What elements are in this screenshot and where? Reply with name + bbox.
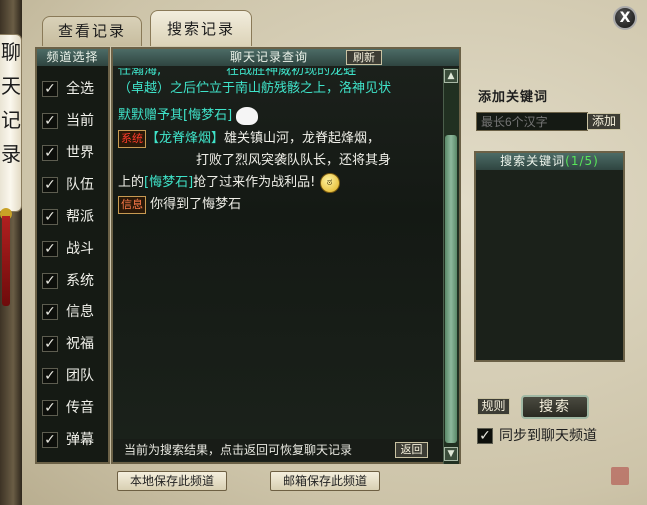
channel-item-whisper[interactable]: ✓ 传音 — [40, 393, 108, 423]
chat-log-title: 聊天记录查询 — [230, 50, 309, 64]
checkbox[interactable]: ✓ — [42, 336, 58, 352]
checkbox[interactable]: ✓ — [42, 368, 58, 384]
search-button[interactable]: 搜索 — [521, 395, 589, 419]
channel-label: 系统 — [66, 273, 94, 289]
checkbox[interactable]: ✓ — [42, 177, 58, 193]
refresh-button[interactable]: 刷新 — [346, 50, 382, 65]
channel-item-danmaku[interactable]: ✓ 弹幕 — [40, 425, 108, 455]
checkbox[interactable]: ✓ — [42, 304, 58, 320]
keyword-input[interactable] — [476, 112, 588, 131]
tab-search-records[interactable]: 搜索记录 — [150, 10, 252, 46]
bunny-emoji-icon — [236, 106, 259, 125]
chat-messages: 任瀚海, 在战胜神威初现的龙蛙 （卓越）之后伫立于南山舫残骸之上，洛神见状 默默… — [118, 68, 440, 436]
channel-item-all[interactable]: ✓ 全选 — [40, 74, 108, 104]
sync-label: 同步到聊天频道 — [499, 428, 597, 444]
channel-item-guild[interactable]: ✓ 帮派 — [40, 202, 108, 232]
channel-label: 帮派 — [66, 209, 94, 225]
checkbox[interactable]: ✓ — [42, 113, 58, 129]
chat-line: 默默赠予其[悔梦石] — [118, 105, 259, 127]
channel-item-info[interactable]: ✓ 信息 — [40, 297, 108, 327]
checkbox[interactable]: ✓ — [42, 145, 58, 161]
side-title-char: 记 — [1, 108, 21, 132]
emoji-face-icon: ಠ — [319, 172, 340, 193]
channel-label: 队伍 — [66, 177, 94, 193]
channel-item-system[interactable]: ✓ 系统 — [40, 266, 108, 296]
side-title-scroll: 聊 天 记 录 — [0, 34, 22, 212]
channel-label: 全选 — [66, 81, 94, 97]
return-button[interactable]: 返回 — [395, 442, 428, 458]
keyword-list-panel — [474, 151, 625, 362]
checkbox[interactable]: ✓ — [42, 400, 58, 416]
side-title-char: 录 — [1, 142, 21, 166]
scroll-down-icon[interactable]: ▼ — [444, 447, 458, 461]
tassel-icon — [2, 216, 10, 306]
info-tag: 信息 — [118, 195, 146, 214]
add-keyword-title: 添加关键词 — [478, 90, 549, 105]
checkbox[interactable]: ✓ — [42, 81, 58, 97]
tab-view-records[interactable]: 查看记录 — [42, 16, 142, 46]
chat-line: 打败了烈风突袭队队长，还将其身 — [196, 153, 392, 168]
checkbox[interactable]: ✓ — [42, 273, 58, 289]
channel-item-team[interactable]: ✓ 队伍 — [40, 170, 108, 200]
chat-line: 上的[悔梦石]抢了过来作为战利品! ಠ — [118, 172, 340, 194]
channel-label: 世界 — [66, 145, 94, 161]
channel-label: 弹幕 — [66, 432, 94, 448]
channel-label: 团队 — [66, 368, 94, 384]
side-title-char: 天 — [1, 74, 21, 98]
keyword-list-header: 搜索关键词(1/5) — [476, 153, 623, 170]
keyword-count: (1/5) — [565, 154, 599, 168]
channel-item-combat[interactable]: ✓ 战斗 — [40, 234, 108, 264]
rules-button[interactable]: 规则 — [477, 398, 510, 415]
scroll-up-icon[interactable]: ▲ — [444, 69, 458, 83]
checkbox[interactable]: ✓ — [42, 209, 58, 225]
channel-item-world[interactable]: ✓ 世界 — [40, 138, 108, 168]
channel-label: 战斗 — [66, 241, 94, 257]
sync-checkbox[interactable]: ✓ — [477, 428, 493, 444]
checkbox[interactable]: ✓ — [42, 241, 58, 257]
save-mail-button[interactable]: 邮箱保存此频道 — [270, 471, 380, 491]
search-result-notice: 当前为搜索结果，点击返回可恢复聊天记录 — [124, 443, 353, 457]
channel-item-raid[interactable]: ✓ 团队 — [40, 361, 108, 391]
checkbox[interactable]: ✓ — [42, 432, 58, 448]
close-button[interactable]: X — [613, 6, 637, 30]
channel-label: 当前 — [66, 113, 94, 129]
chat-line: 系统 【龙脊烽烟】雄关镇山河，龙脊起烽烟， — [118, 128, 380, 150]
channel-item-blessing[interactable]: ✓ 祝福 — [40, 329, 108, 359]
scrollbar-thumb[interactable] — [445, 135, 457, 443]
save-local-button[interactable]: 本地保存此频道 — [117, 471, 227, 491]
channel-label: 信息 — [66, 304, 94, 320]
channel-label: 传音 — [66, 400, 94, 416]
channel-item-current[interactable]: ✓ 当前 — [40, 106, 108, 136]
channel-label: 祝福 — [66, 336, 94, 352]
chat-line: （卓越）之后伫立于南山舫残骸之上，洛神见状 — [118, 81, 392, 96]
seal-icon — [611, 467, 629, 485]
keyword-list-title: 搜索关键词 — [500, 154, 566, 168]
system-tag: 系统 — [118, 129, 146, 148]
side-title-char: 聊 — [1, 40, 21, 64]
channel-panel-header: 频道选择 — [37, 49, 108, 66]
chat-line: 信息 你得到了悔梦石 — [118, 194, 241, 216]
add-keyword-button[interactable]: 添加 — [587, 113, 621, 130]
